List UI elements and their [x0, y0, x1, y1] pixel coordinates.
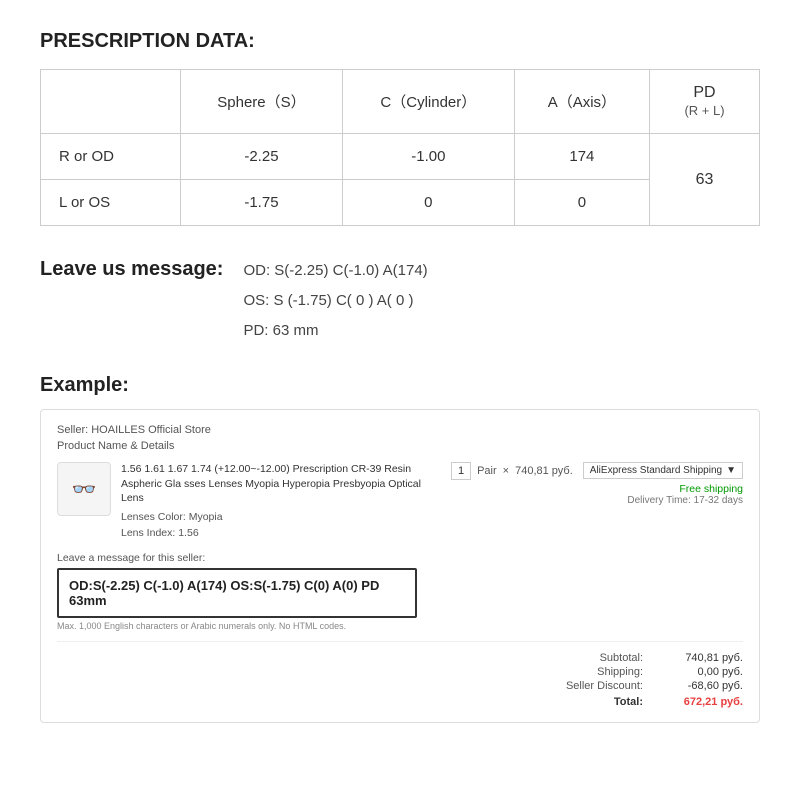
- prescription-title: PRESCRIPTION DATA:: [40, 30, 760, 53]
- total-label: Total:: [553, 696, 643, 708]
- discount-row: Seller Discount: -68,60 руб.: [553, 680, 743, 692]
- pd-value: 63: [696, 171, 714, 188]
- pd-sublabel: (R + L): [684, 103, 724, 118]
- message-box-label: Leave a message for this seller:: [57, 552, 743, 564]
- lens-index-value: 1.56: [178, 527, 198, 539]
- total-row: Total: 672,21 руб.: [553, 696, 743, 708]
- row-od-axis: 174: [514, 134, 649, 180]
- subtotal-row: Subtotal: 740,81 руб.: [553, 652, 743, 664]
- row-od-sphere: -2.25: [181, 134, 343, 180]
- prescription-table: Sphere（S） C（Cylinder） A（Axis） PD (R + L)…: [40, 69, 760, 226]
- message-line-1: OD: S(-2.25) C(-1.0) A(174): [243, 256, 427, 286]
- header-sphere: Sphere（S）: [181, 70, 343, 134]
- lens-index-label: Lens Index:: [121, 527, 175, 539]
- row-od-cylinder: -1.00: [342, 134, 514, 180]
- product-label: Product Name & Details: [57, 440, 743, 452]
- product-details: 1.56 1.61 1.67 1.74 (+12.00~-12.00) Pres…: [121, 462, 441, 542]
- shipping-option: AliExpress Standard Shipping: [590, 465, 722, 476]
- message-lines: OD: S(-2.25) C(-1.0) A(174) OS: S (-1.75…: [243, 256, 427, 346]
- row-os-label: L or OS: [41, 180, 181, 226]
- qty-value: 1: [451, 462, 471, 480]
- row-os-axis: 0: [514, 180, 649, 226]
- subtotal-value: 740,81 руб.: [663, 652, 743, 664]
- message-box-container: Leave a message for this seller: OD:S(-2…: [57, 552, 743, 631]
- message-section: Leave us message: OD: S(-2.25) C(-1.0) A…: [40, 256, 760, 346]
- product-qty: 1 Pair × 740,81 руб.: [451, 462, 573, 480]
- message-line-2: OS: S (-1.75) C( 0 ) A( 0 ): [243, 286, 427, 316]
- lens-color-label: Lenses Color:: [121, 511, 186, 523]
- product-name: 1.56 1.61 1.67 1.74 (+12.00~-12.00) Pres…: [121, 462, 441, 506]
- shipping-row: Shipping: 0,00 руб.: [553, 666, 743, 678]
- total-value: 672,21 руб.: [663, 696, 743, 708]
- seller-info: Seller: HOAILLES Official Store: [57, 424, 743, 436]
- free-shipping-label: Free shipping: [583, 483, 743, 495]
- lens-icon: 👓: [72, 477, 97, 502]
- header-axis: A（Axis）: [514, 70, 649, 134]
- row-os-cylinder: 0: [342, 180, 514, 226]
- shipping-select-container[interactable]: AliExpress Standard Shipping ▼: [583, 462, 743, 479]
- qty-unit: Pair: [477, 465, 497, 477]
- prescription-section: PRESCRIPTION DATA: Sphere（S） C（Cylinder）…: [40, 30, 760, 226]
- row-os-sphere: -1.75: [181, 180, 343, 226]
- shipping-label: Shipping:: [553, 666, 643, 678]
- discount-label: Seller Discount:: [553, 680, 643, 692]
- pd-cell: 63: [650, 134, 760, 226]
- row-od: R or OD -2.25 -1.00 174 63: [41, 134, 760, 180]
- message-box-hint: Max. 1,000 English characters or Arabic …: [57, 621, 743, 631]
- example-section: Example: Seller: HOAILLES Official Store…: [40, 374, 760, 723]
- header-cylinder: C（Cylinder）: [342, 70, 514, 134]
- header-pd: PD (R + L): [650, 70, 760, 134]
- totals-section: Subtotal: 740,81 руб. Shipping: 0,00 руб…: [57, 652, 743, 708]
- product-row: 👓 1.56 1.61 1.67 1.74 (+12.00~-12.00) Pr…: [57, 462, 743, 542]
- subtotal-label: Subtotal:: [553, 652, 643, 664]
- price-value: 740,81 руб.: [515, 465, 573, 477]
- example-title: Example:: [40, 374, 760, 397]
- message-box-input[interactable]: OD:S(-2.25) C(-1.0) A(174) OS:S(-1.75) C…: [57, 568, 417, 618]
- multiply-symbol: ×: [503, 465, 509, 477]
- row-od-label: R or OD: [41, 134, 181, 180]
- message-label: Leave us message:: [40, 256, 223, 281]
- pd-label: PD: [666, 84, 743, 102]
- lens-props: Lenses Color: Myopia Lens Index: 1.56: [121, 510, 441, 542]
- shipping-value: 0,00 руб.: [663, 666, 743, 678]
- dropdown-arrow-icon: ▼: [726, 465, 736, 476]
- lens-color-value: Myopia: [189, 511, 223, 523]
- divider: [57, 641, 743, 642]
- delivery-time-label: Delivery Time: 17-32 days: [583, 495, 743, 506]
- message-line-3: PD: 63 mm: [243, 316, 427, 346]
- product-image: 👓: [57, 462, 111, 516]
- discount-value: -68,60 руб.: [663, 680, 743, 692]
- example-box: Seller: HOAILLES Official Store Product …: [40, 409, 760, 723]
- header-empty: [41, 70, 181, 134]
- shipping-info: AliExpress Standard Shipping ▼ Free ship…: [583, 462, 743, 506]
